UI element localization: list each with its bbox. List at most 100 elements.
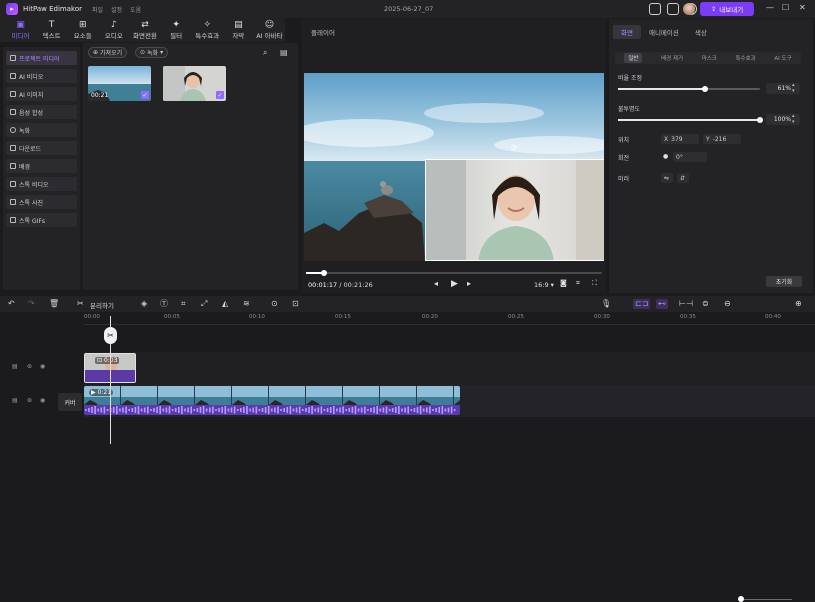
- overlay-track-lane[interactable]: [84, 352, 815, 385]
- cover-button[interactable]: 커버: [58, 393, 82, 411]
- layout-icon[interactable]: [649, 3, 661, 15]
- zoom-slider-knob[interactable]: [738, 596, 744, 602]
- play-icon[interactable]: ▶: [451, 279, 458, 289]
- rotation-dial-icon[interactable]: ●: [663, 153, 668, 160]
- progress-knob[interactable]: [321, 270, 327, 276]
- fit-timeline-icon[interactable]: ⊢⊣: [679, 299, 693, 309]
- redo-icon[interactable]: ↷: [28, 299, 35, 309]
- reset-button[interactable]: 초기화: [766, 276, 802, 287]
- rotate-handle-icon[interactable]: ⟳: [511, 143, 518, 152]
- maximize-icon[interactable]: ☐: [782, 3, 789, 12]
- menu-file[interactable]: 파일: [92, 5, 103, 14]
- list-view-icon[interactable]: ▤: [280, 48, 288, 57]
- track-lock-icon[interactable]: ⊛: [27, 397, 32, 404]
- next-frame-icon[interactable]: ▸: [467, 279, 471, 288]
- subtab-general[interactable]: 일반: [624, 53, 643, 63]
- subtab-mask[interactable]: 마스크: [702, 54, 717, 62]
- zoom-slider[interactable]: [738, 599, 792, 600]
- text-tool-icon[interactable]: Ⓣ: [160, 299, 168, 309]
- menu-help[interactable]: 도움: [130, 5, 141, 14]
- scale-slider[interactable]: [618, 86, 760, 92]
- position-x-input[interactable]: X 379: [661, 134, 699, 144]
- microphone-icon[interactable]: 🎙: [601, 299, 611, 309]
- sidebar-item-stock-gifs[interactable]: 스톡 GIFs: [6, 213, 77, 227]
- position-y-input[interactable]: Y -216: [703, 134, 741, 144]
- tab-animation[interactable]: 애니메이션: [641, 25, 687, 39]
- link-icon[interactable]: ⊷: [656, 299, 668, 309]
- sidebar-item-record[interactable]: 녹화: [6, 123, 77, 137]
- crop-icon[interactable]: ⌗: [181, 299, 186, 309]
- adjust-icon[interactable]: ≋: [243, 299, 250, 309]
- avatar[interactable]: [683, 3, 695, 15]
- opacity-slider-knob[interactable]: [757, 117, 763, 123]
- menu-settings[interactable]: 설정: [111, 5, 122, 14]
- zoom-out-icon[interactable]: ⊖: [724, 299, 731, 309]
- sidebar-item-stock-photo[interactable]: 스톡 사진: [6, 195, 77, 209]
- media-thumb-portrait[interactable]: ✓: [163, 66, 226, 101]
- tab-transition[interactable]: ⇄ 화면전환: [129, 18, 160, 42]
- sidebar-item-tts[interactable]: 음성 합성: [6, 105, 77, 119]
- snapshot-icon[interactable]: ◙: [560, 279, 567, 287]
- delete-icon[interactable]: 🗑: [49, 299, 59, 309]
- person-icon[interactable]: ⊙: [271, 299, 278, 309]
- tab-text[interactable]: T 텍스트: [36, 18, 67, 42]
- track-audio-icon[interactable]: ◉: [40, 363, 45, 370]
- playback-progress-bar[interactable]: [306, 270, 602, 276]
- subtab-ai-tools[interactable]: AI 도구: [774, 54, 791, 62]
- tab-audio[interactable]: ♪ 오디오: [98, 18, 129, 42]
- sidebar-item-project-media[interactable]: 프로젝트 미디어: [6, 51, 77, 65]
- scale-stepper-icon[interactable]: ▴ ▾: [792, 82, 795, 94]
- mirror-tool-icon[interactable]: ◭: [222, 299, 228, 309]
- record-dropdown[interactable]: ⊙ 녹화 ▾: [135, 47, 169, 58]
- sidebar-item-ai-image[interactable]: AI 이미지: [6, 87, 77, 101]
- pip-overlay-clip[interactable]: [425, 159, 604, 261]
- scale-slider-knob[interactable]: [702, 86, 708, 92]
- subtab-remove-bg[interactable]: 배경 제거: [661, 54, 683, 62]
- tab-screen[interactable]: 화면: [613, 25, 641, 39]
- track-lock-icon[interactable]: ⊛: [27, 363, 32, 370]
- search-icon[interactable]: ⌕: [263, 48, 267, 58]
- export-button[interactable]: ⇪ 내보내기: [700, 2, 754, 16]
- preview-quality-icon[interactable]: ⊜: [702, 299, 709, 309]
- zoom-in-icon[interactable]: ⊕: [795, 299, 802, 309]
- split-button-label[interactable]: 분리하기: [90, 300, 114, 310]
- mask-tool-icon[interactable]: ◈: [141, 299, 147, 309]
- mirror-horizontal-button[interactable]: ⇋: [661, 173, 673, 183]
- playhead-split-handle[interactable]: ✂: [104, 327, 117, 344]
- tab-color[interactable]: 색상: [687, 25, 715, 39]
- opacity-stepper-icon[interactable]: ▴ ▾: [792, 113, 795, 125]
- aspect-ratio-dropdown[interactable]: 16:9 ▾: [534, 281, 554, 289]
- feedback-icon[interactable]: [667, 3, 679, 15]
- previous-frame-icon[interactable]: ◂: [434, 279, 438, 288]
- close-icon[interactable]: ✕: [799, 3, 806, 12]
- main-video-clip[interactable]: ▶ 0:21: [84, 386, 460, 415]
- tab-effects[interactable]: ✧ 특수효과: [192, 18, 223, 42]
- tab-filter[interactable]: ✦ 필터: [161, 18, 192, 42]
- grid-icon[interactable]: ⌗: [576, 279, 580, 288]
- subtab-effects[interactable]: 특수효과: [736, 54, 756, 62]
- timeline-ruler[interactable]: 00:00 00:05 00:10 00:15 00:20 00:25 00:3…: [84, 313, 815, 325]
- track-audio-icon[interactable]: ◉: [40, 397, 45, 404]
- track-visibility-icon[interactable]: ▤: [12, 397, 18, 404]
- sidebar-item-stock-video[interactable]: 스톡 비디오: [6, 177, 77, 191]
- track-visibility-icon[interactable]: ▤: [12, 363, 18, 370]
- fullscreen-icon[interactable]: ⛶: [592, 279, 597, 288]
- undo-icon[interactable]: ↶: [8, 299, 15, 309]
- resize-icon[interactable]: ⤢: [201, 299, 207, 309]
- minimize-icon[interactable]: —: [766, 3, 774, 12]
- split-icon[interactable]: ✂: [77, 299, 84, 309]
- export-frame-icon[interactable]: ⊡: [292, 299, 299, 309]
- sidebar-item-download[interactable]: 다운로드: [6, 141, 77, 155]
- media-thumb-sea[interactable]: 00:21 ✓: [88, 66, 151, 101]
- tab-ai-avatar[interactable]: ☺ AI 아바타: [254, 18, 285, 42]
- import-button[interactable]: ⊕ 가져오기: [88, 47, 128, 58]
- mirror-vertical-button[interactable]: ⇵: [677, 173, 689, 183]
- magnet-snap-icon[interactable]: ⊏⊐: [633, 299, 651, 309]
- opacity-slider[interactable]: [618, 117, 763, 123]
- tab-subtitle[interactable]: ▤ 자막: [223, 18, 254, 42]
- sidebar-item-ai-video[interactable]: AI 비디오: [6, 69, 77, 83]
- sidebar-item-background[interactable]: 배경: [6, 159, 77, 173]
- rotation-input[interactable]: 0°: [673, 152, 707, 162]
- tab-media[interactable]: ▣ 미디어: [5, 18, 36, 42]
- video-preview[interactable]: ⟳: [304, 73, 604, 261]
